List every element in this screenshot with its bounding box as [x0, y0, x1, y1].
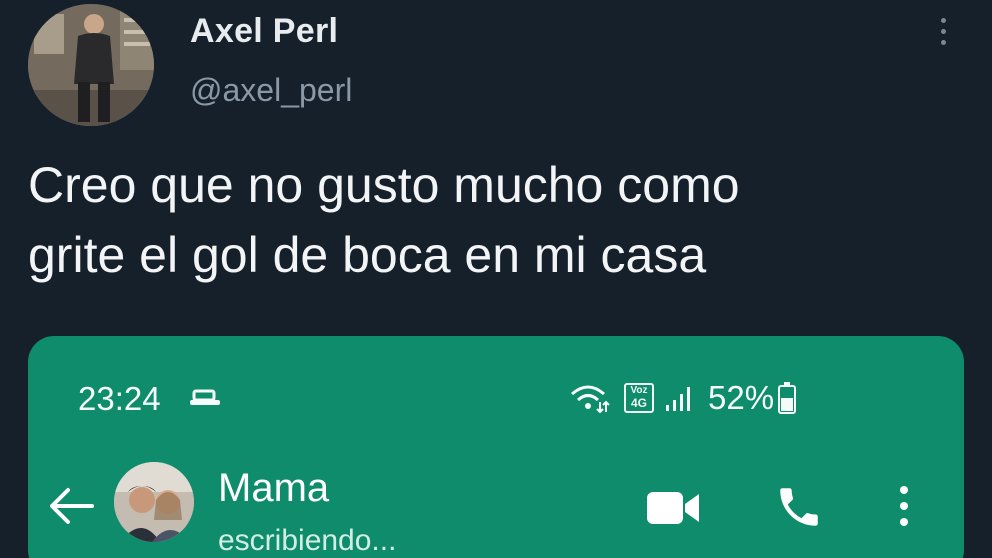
battery-icon [778, 382, 797, 414]
contact-avatar-photo [114, 462, 194, 542]
cast-icon [190, 389, 220, 405]
author-avatar-photo [28, 4, 154, 126]
author-name[interactable]: Axel Perl [190, 12, 338, 51]
contact-avatar[interactable] [114, 462, 194, 542]
volte-icon: Voz 4G [624, 383, 654, 413]
more-options-icon[interactable] [935, 18, 951, 50]
wifi-icon [571, 385, 610, 414]
voice-call-icon[interactable] [774, 482, 824, 532]
author-handle[interactable]: @axel_perl [190, 72, 352, 109]
video-call-icon[interactable] [645, 488, 701, 528]
volte-label: Voz [630, 385, 648, 396]
network-type-label: 4G [630, 396, 647, 410]
signal-icon [666, 387, 690, 411]
author-avatar[interactable] [28, 4, 154, 126]
contact-name[interactable]: Mama [218, 466, 329, 511]
chat-menu-icon[interactable] [896, 486, 912, 534]
back-arrow-icon[interactable] [46, 484, 96, 528]
tweet-text: Creo que no gusto mucho como grite el go… [28, 157, 740, 283]
tweet-media-image[interactable]: 23:24 Voz 4G 52% Mama escribiendo... [28, 336, 964, 558]
battery-percentage: 52% [708, 379, 775, 416]
status-bar-time: 23:24 [78, 380, 161, 417]
status-bar-indicators: Voz 4G 52% [570, 378, 797, 418]
typing-status: escribiendo... [218, 524, 397, 557]
